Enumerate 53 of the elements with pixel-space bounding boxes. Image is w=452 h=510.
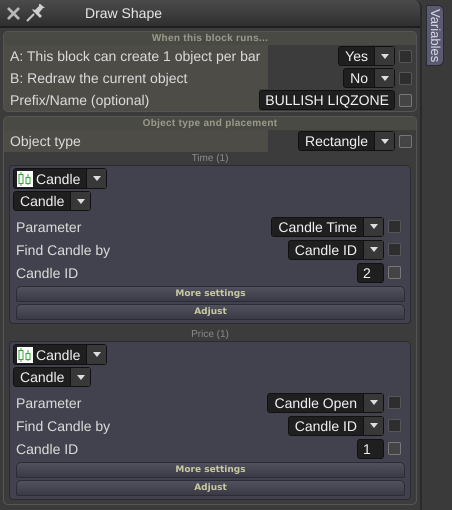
dropdown[interactable]: Candle xyxy=(13,168,108,189)
dropdown[interactable]: Candle xyxy=(13,344,108,365)
dropdown[interactable]: Candle xyxy=(13,367,92,387)
input-field[interactable]: BULLISH LIQZONE xyxy=(259,90,395,110)
group-title: Time (1) xyxy=(190,152,230,165)
caret-icon xyxy=(76,374,85,380)
pushpin-icon[interactable] xyxy=(25,4,47,22)
row-label: Candle ID xyxy=(16,440,78,456)
section-header: When this block runs... xyxy=(4,32,416,45)
dropdown[interactable]: Rectangle xyxy=(298,131,395,151)
caret-icon xyxy=(370,247,378,252)
caret-icon xyxy=(370,423,378,428)
caret-icon xyxy=(92,352,101,357)
candlestick-icon xyxy=(17,346,33,362)
caret-icon xyxy=(380,76,388,80)
row-label: Find Candle by xyxy=(16,242,110,258)
dropdown[interactable]: No xyxy=(343,68,395,88)
row-label: Parameter xyxy=(16,218,82,234)
dropdown[interactable]: Candle ID xyxy=(288,240,384,260)
row-label: Prefix/Name (optional) xyxy=(4,89,260,111)
dropdown[interactable]: Candle Open xyxy=(267,392,384,412)
window-title: Draw Shape xyxy=(85,5,162,21)
checkbox[interactable] xyxy=(399,94,412,106)
dropdown[interactable]: Candle xyxy=(13,191,92,211)
candlestick-icon xyxy=(17,170,33,186)
caret-icon xyxy=(380,54,388,58)
row-label: B: Redraw the current object xyxy=(4,67,268,89)
caret-icon xyxy=(370,400,378,405)
section-button[interactable]: More settings xyxy=(16,462,405,478)
checkbox[interactable] xyxy=(388,442,401,455)
row-label: Object type xyxy=(4,130,268,152)
dropdown[interactable]: Candle ID xyxy=(288,416,384,436)
dropdown[interactable]: Yes xyxy=(338,46,395,66)
row-label: Candle ID xyxy=(16,264,78,280)
section-button[interactable]: Adjust xyxy=(16,480,405,496)
caret-icon xyxy=(92,176,101,181)
checkbox[interactable] xyxy=(388,266,401,279)
section-header: Object type and placement xyxy=(4,117,416,130)
row-label: Find Candle by xyxy=(16,418,110,434)
caret-icon xyxy=(76,198,85,204)
section-button[interactable]: Adjust xyxy=(16,304,405,320)
row-label: A: This block can create 1 object per bar xyxy=(4,45,268,67)
group-title: Price (1) xyxy=(190,328,230,341)
checkbox[interactable] xyxy=(399,134,412,148)
caret-icon xyxy=(370,224,378,229)
dropdown[interactable]: Candle Time xyxy=(271,216,384,236)
row-label: Parameter xyxy=(16,394,82,410)
input-field[interactable]: 1 xyxy=(357,438,384,458)
close-icon[interactable] xyxy=(6,6,21,20)
caret-icon xyxy=(380,138,388,144)
section-button[interactable]: More settings xyxy=(16,286,405,302)
variables-tab[interactable]: Variables xyxy=(426,5,444,66)
input-field[interactable]: 2 xyxy=(357,262,384,282)
